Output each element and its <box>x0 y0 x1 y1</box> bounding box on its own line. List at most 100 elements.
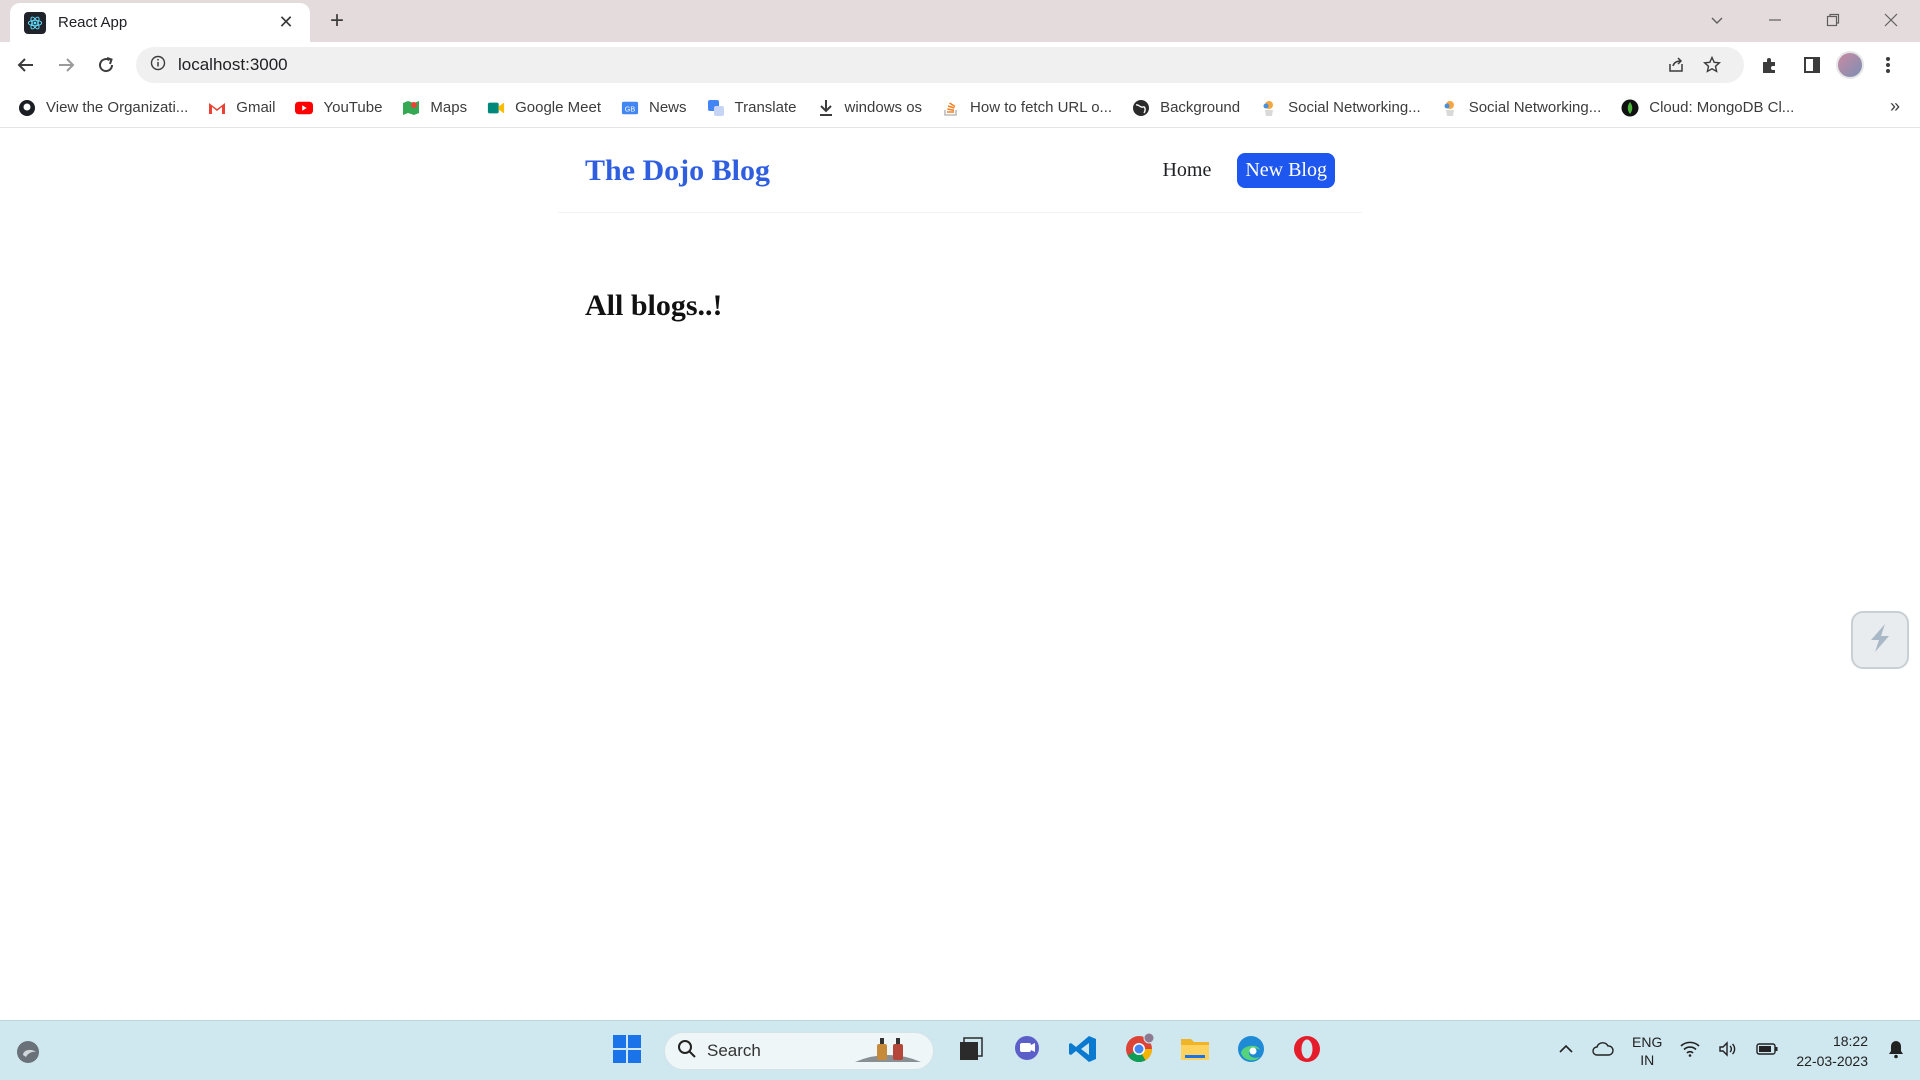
close-icon[interactable]: ✕ <box>276 12 296 33</box>
mongodb-icon <box>1621 99 1639 117</box>
restore-icon[interactable] <box>1804 0 1862 40</box>
bookmarks-overflow-icon[interactable]: » <box>1890 96 1900 117</box>
edge-icon <box>1236 1034 1266 1069</box>
youtube-icon <box>295 99 314 117</box>
bookmark-item[interactable]: Maps <box>400 93 477 123</box>
floating-assistant-button[interactable] <box>1851 611 1909 669</box>
bookmark-label: Gmail <box>236 99 276 116</box>
maps-icon <box>402 99 420 117</box>
stackoverflow-icon <box>942 99 960 117</box>
address-bar[interactable]: localhost:3000 <box>136 47 1744 83</box>
new-blog-button[interactable]: New Blog <box>1237 153 1335 188</box>
tab-react-app[interactable]: React App ✕ <box>10 3 310 42</box>
chevron-up-icon[interactable] <box>1558 1041 1574 1062</box>
bookmark-item[interactable]: Social Networking... <box>1258 93 1431 123</box>
opera-icon <box>1292 1034 1322 1069</box>
wifi-icon[interactable] <box>1680 1041 1700 1062</box>
browser-titlebar: React App ✕ + <box>0 0 1920 42</box>
start-button[interactable] <box>608 1032 646 1070</box>
menu-kebab-icon[interactable] <box>1870 47 1906 83</box>
bookmark-item[interactable]: Gmail <box>206 93 285 123</box>
tab-search-icon[interactable] <box>1688 0 1746 40</box>
back-icon[interactable] <box>6 45 46 85</box>
bookmark-item[interactable]: YouTube <box>293 93 392 123</box>
tab-title: React App <box>58 14 128 31</box>
task-view-icon <box>958 1036 984 1067</box>
vscode-button[interactable] <box>1064 1032 1102 1070</box>
onedrive-icon[interactable] <box>1592 1041 1614 1062</box>
edge-button[interactable] <box>1232 1032 1270 1070</box>
news-icon: GB <box>621 99 639 117</box>
bookmark-item[interactable]: How to fetch URL o... <box>940 93 1122 123</box>
chrome-icon <box>1123 1032 1155 1070</box>
task-view-button[interactable] <box>952 1032 990 1070</box>
bookmark-item[interactable]: Translate <box>705 93 807 123</box>
nav-links: Home New Blog <box>1150 153 1335 188</box>
clock[interactable]: 18:22 22-03-2023 <box>1796 1031 1868 1071</box>
language-indicator[interactable]: ENG IN <box>1632 1033 1662 1069</box>
weather-icon <box>14 1041 44 1071</box>
taskbar-search[interactable]: Search <box>664 1032 934 1070</box>
search-highlight-icon <box>855 1034 921 1069</box>
bookmark-item[interactable]: Cloud: MongoDB Cl... <box>1619 93 1804 123</box>
site-brand: The Dojo Blog <box>585 153 771 187</box>
file-explorer-button[interactable] <box>1176 1032 1214 1070</box>
download-icon <box>817 99 835 117</box>
system-tray: ENG IN 18:22 22-03-2023 <box>1558 1027 1906 1075</box>
extensions-icon[interactable] <box>1752 47 1788 83</box>
bookmark-item[interactable]: Social Networking... <box>1439 93 1612 123</box>
taskbar-apps: Search <box>608 1028 1326 1074</box>
bookmark-label: News <box>649 99 687 116</box>
bookmark-label: Google Meet <box>515 99 601 116</box>
info-icon[interactable] <box>150 55 166 76</box>
bookmark-label: View the Organizati... <box>46 99 189 116</box>
reload-icon[interactable] <box>86 45 126 85</box>
search-icon <box>677 1039 697 1064</box>
bookmark-item[interactable]: Google Meet <box>485 93 611 123</box>
teams-chat-button[interactable] <box>1008 1032 1046 1070</box>
forward-icon[interactable] <box>46 45 86 85</box>
bookmark-item[interactable]: windows os <box>815 93 933 123</box>
clock-date: 22-03-2023 <box>1796 1053 1868 1069</box>
star-icon[interactable] <box>1694 47 1730 83</box>
bookmark-item[interactable]: Background <box>1130 93 1250 123</box>
notification-bell-icon[interactable] <box>1886 1039 1906 1064</box>
bookmark-label: How to fetch URL o... <box>970 99 1113 116</box>
bookmark-item[interactable]: View the Organizati... <box>16 93 198 123</box>
battery-icon[interactable] <box>1756 1042 1778 1061</box>
window-controls <box>1688 0 1920 40</box>
windows-icon <box>612 1034 642 1069</box>
search-placeholder: Search <box>707 1041 761 1060</box>
window-close-icon[interactable] <box>1862 0 1920 40</box>
bookmark-label: Social Networking... <box>1288 99 1421 116</box>
widgets-button[interactable] <box>14 1037 44 1072</box>
clock-time: 18:22 <box>1832 1033 1868 1049</box>
minimize-icon[interactable] <box>1746 0 1804 40</box>
profile-avatar[interactable] <box>1836 51 1864 79</box>
site-navbar: The Dojo Blog Home New Blog <box>558 129 1362 213</box>
bookmark-label: Social Networking... <box>1468 99 1602 116</box>
bookmarks-bar: View the Organizati... Gmail YouTube Map… <box>0 88 1920 128</box>
windows-taskbar: Search ENG IN 18:22 22-03-2023 <box>0 1020 1920 1080</box>
share-icon[interactable] <box>1658 47 1694 83</box>
chat-icon <box>1012 1034 1042 1069</box>
bookmark-item[interactable]: GB News <box>619 93 697 123</box>
side-panel-icon[interactable] <box>1794 47 1830 83</box>
bookmark-label: YouTube <box>323 99 383 116</box>
address-text: localhost:3000 <box>178 55 288 74</box>
lightning-icon <box>1863 621 1897 660</box>
volume-icon[interactable] <box>1718 1040 1738 1062</box>
vscode-icon <box>1068 1034 1098 1069</box>
chrome-button[interactable] <box>1120 1032 1158 1070</box>
opera-button[interactable] <box>1288 1032 1326 1070</box>
folder-icon <box>1179 1035 1211 1068</box>
globe-icon <box>1132 99 1150 117</box>
bookmark-label: Translate <box>734 99 797 116</box>
page-title: All blogs..! <box>585 289 723 322</box>
nav-home-link[interactable]: Home <box>1150 153 1223 188</box>
region-code: IN <box>1640 1052 1655 1068</box>
new-tab-button[interactable]: + <box>322 8 352 34</box>
toolbar-actions <box>1752 47 1906 83</box>
bookmark-label: windows os <box>844 99 923 116</box>
gmail-icon <box>208 99 226 117</box>
